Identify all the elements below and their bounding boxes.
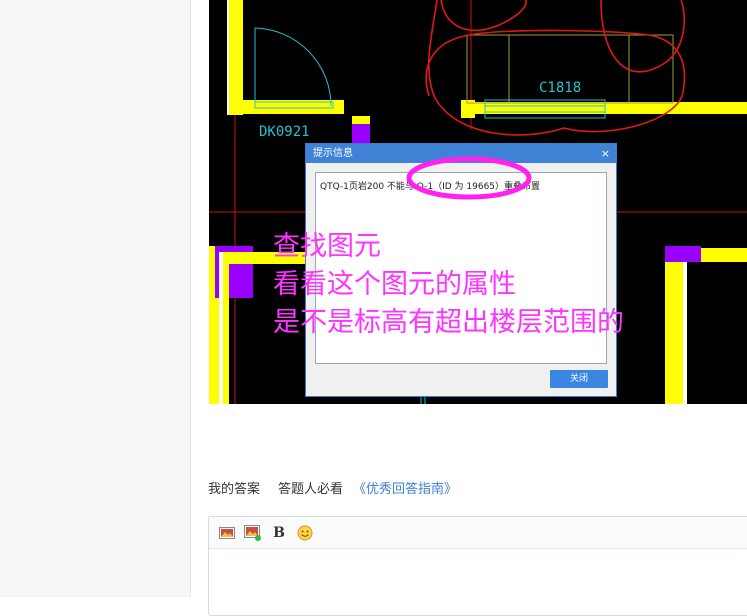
answer-editor[interactable]: B xyxy=(208,516,747,616)
tab-my-answer[interactable]: 我的答案 xyxy=(208,478,260,497)
close-icon[interactable]: × xyxy=(601,144,610,163)
bold-button[interactable]: B xyxy=(270,524,288,542)
guide-link[interactable]: 《优秀回答指南》 xyxy=(353,478,457,497)
editor-toolbar: B xyxy=(209,517,747,549)
answer-header: 我的答案 答题人必看 《优秀回答指南》 xyxy=(208,478,457,497)
annotation-line-3: 是不是标高有超出楼层范围的 xyxy=(273,307,624,338)
emoji-icon[interactable] xyxy=(296,524,314,542)
close-button[interactable]: 关闭 xyxy=(550,370,608,388)
left-gutter xyxy=(0,0,191,597)
dialog-title: 提示信息 xyxy=(313,148,353,159)
upload-image-icon[interactable] xyxy=(244,524,262,542)
highlight-ellipse xyxy=(406,156,532,200)
annotation-text: 查找图元 看看这个图元的属性 是不是标高有超出楼层范围的 xyxy=(273,228,624,342)
insert-image-icon[interactable] xyxy=(218,524,236,542)
cad-label-window: C1818 xyxy=(539,80,582,96)
tab-must-read[interactable]: 答题人必看 xyxy=(278,478,343,497)
annotation-line-1: 查找图元 xyxy=(273,231,381,262)
annotation-line-2: 看看这个图元的属性 xyxy=(273,269,516,300)
cad-label-door: DK0921 xyxy=(259,124,310,140)
